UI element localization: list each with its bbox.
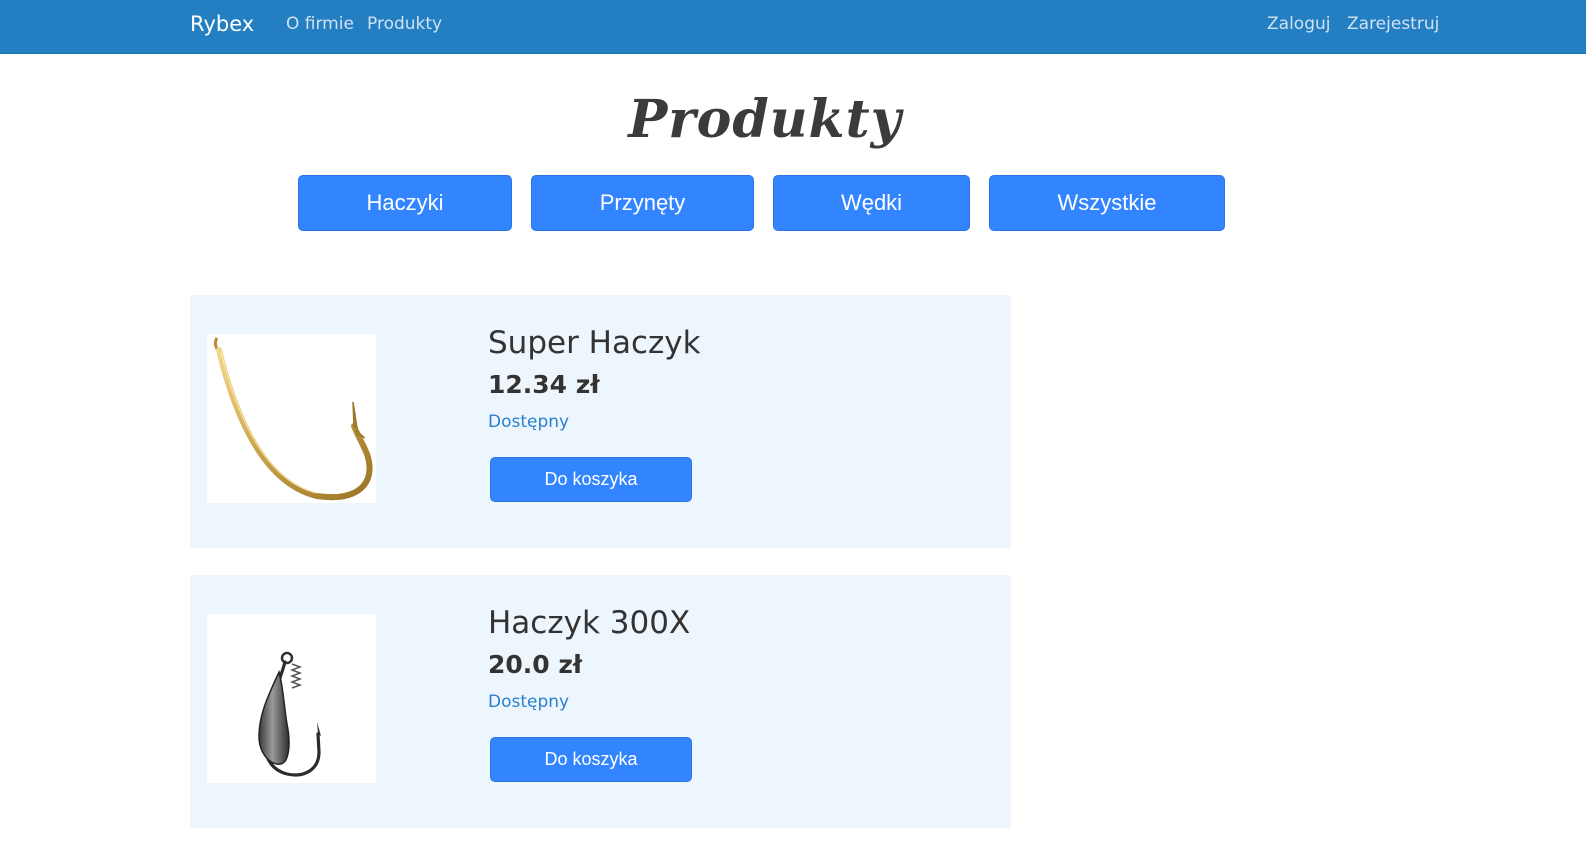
product-card: Super Haczyk 12.34 zł Dostępny Do koszyk…: [190, 295, 1011, 548]
weighted-fishing-hook-icon: [258, 651, 321, 777]
gold-fishing-hook-icon: [213, 337, 373, 501]
availability-status: Dostępny: [488, 692, 570, 712]
product-image[interactable]: [207, 334, 376, 503]
page-title: Produkty: [628, 89, 902, 150]
nav-link-produkty[interactable]: Produkty: [367, 13, 442, 35]
brand-logo[interactable]: Rybex: [190, 10, 254, 38]
category-button-haczyki[interactable]: Haczyki: [298, 175, 512, 231]
category-button-przynety[interactable]: Przynęty: [531, 175, 754, 231]
top-navbar: Rybex O firmie Produkty Zaloguj Zarejest…: [0, 0, 1586, 54]
product-price: 12.34 zł: [488, 370, 600, 399]
product-price: 20.0 zł: [488, 650, 583, 679]
nav-link-zarejestruj[interactable]: Zarejestruj: [1347, 13, 1439, 35]
add-to-cart-button[interactable]: Do koszyka: [490, 737, 692, 782]
product-card: Haczyk 300X 20.0 zł Dostępny Do koszyka: [190, 575, 1011, 828]
product-name[interactable]: Haczyk 300X: [488, 603, 690, 643]
add-to-cart-button[interactable]: Do koszyka: [490, 457, 692, 502]
category-button-wszystkie[interactable]: Wszystkie: [989, 175, 1225, 231]
product-name[interactable]: Super Haczyk: [488, 323, 701, 363]
product-image[interactable]: [207, 614, 376, 783]
nav-link-o-firmie[interactable]: O firmie: [286, 13, 354, 35]
category-button-wedki[interactable]: Wędki: [773, 175, 970, 231]
nav-link-zaloguj[interactable]: Zaloguj: [1267, 13, 1330, 35]
availability-status: Dostępny: [488, 412, 570, 432]
